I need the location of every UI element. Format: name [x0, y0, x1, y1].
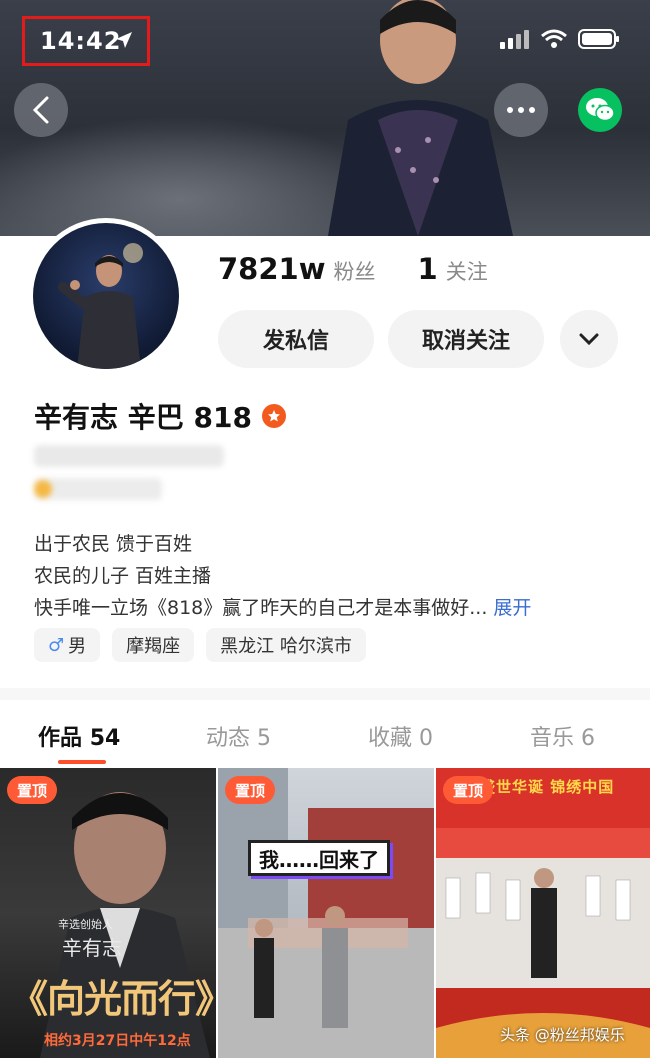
- avatar[interactable]: [28, 218, 184, 374]
- chevron-down-icon: [579, 333, 599, 345]
- active-tab-indicator: [58, 760, 106, 764]
- pinned-badge: 置顶: [7, 776, 58, 804]
- male-icon: ♂: [48, 634, 65, 656]
- more-icon: [507, 107, 535, 113]
- signal-icon: [500, 30, 529, 49]
- tab-favorites[interactable]: 收藏 0: [368, 720, 433, 752]
- user-id-blurred: [34, 445, 224, 467]
- profile-name-row: 辛有志 辛巴 818: [34, 396, 286, 436]
- tab-music-label: 音乐: [530, 726, 575, 751]
- thumbnail-3-art: [436, 768, 650, 1058]
- status-icons: [500, 28, 620, 50]
- poster-signature: 辛有志: [62, 936, 122, 960]
- following-count[interactable]: 1: [418, 252, 438, 286]
- wechat-icon: [586, 98, 615, 122]
- tab-favorites-count: 0: [419, 726, 434, 751]
- content-tabs: 作品 54 动态 5 收藏 0 音乐 6: [0, 700, 650, 768]
- tab-moments-count: 5: [257, 726, 272, 751]
- location-tag: 黑龙江 哈尔滨市: [206, 628, 366, 662]
- tab-works-label: 作品: [38, 726, 83, 751]
- location-arrow-icon: [116, 32, 132, 48]
- profile-stats: 7821w 粉丝 1 关注: [218, 252, 488, 286]
- send-message-button[interactable]: 发私信: [218, 310, 374, 368]
- video-thumbnail-3[interactable]: 盛世华诞 锦绣中国 置顶: [436, 768, 650, 1058]
- section-divider: [0, 688, 650, 700]
- bio-line-3-text: 快手唯一立场《818》赢了昨天的自己才是本事做好...: [34, 597, 488, 619]
- following-label[interactable]: 关注: [446, 256, 488, 286]
- thumbnail-2-art: [218, 768, 434, 1058]
- zodiac-tag: 摩羯座: [112, 628, 195, 662]
- event-banner: 盛世华诞 锦绣中国: [480, 778, 615, 796]
- followers-label[interactable]: 粉丝: [334, 256, 376, 286]
- gender-label: 男: [68, 636, 87, 657]
- tab-works-count: 54: [89, 726, 121, 751]
- bio-line-1: 出于农民 馈于百姓: [34, 533, 193, 555]
- tab-favorites-label: 收藏: [368, 726, 413, 751]
- bio-line-2: 农民的儿子 百姓主播: [34, 565, 212, 587]
- tab-music[interactable]: 音乐 6: [530, 720, 595, 752]
- pinned-badge: 置顶: [443, 776, 494, 804]
- tab-works[interactable]: 作品 54: [38, 720, 120, 752]
- banner-photo: [328, 0, 513, 236]
- certification-blurred: [34, 478, 162, 500]
- profile-name: 辛有志 辛巴 818: [34, 401, 252, 434]
- poster-subtitle: 相约3月27日中午12点: [44, 1033, 191, 1049]
- gender-tag: ♂ 男: [34, 628, 101, 662]
- profile-tags: ♂ 男 摩羯座 黑龙江 哈尔滨市: [34, 628, 366, 662]
- tab-music-count: 6: [581, 726, 596, 751]
- status-time: 14:42: [40, 27, 122, 55]
- source-watermark: 头条 @粉丝邦娱乐: [500, 1026, 625, 1044]
- avatar-photo: [58, 243, 143, 369]
- more-button[interactable]: [494, 83, 548, 137]
- poster-title: 《向光而行》: [10, 976, 216, 1021]
- bio-line-3: 快手唯一立场《818》赢了昨天的自己才是本事做好... 展开: [34, 592, 531, 624]
- video-caption: 我……回来了: [248, 840, 390, 876]
- more-options-button[interactable]: [560, 310, 618, 368]
- verified-star-icon[interactable]: [261, 404, 286, 428]
- profile-bio: 出于农民 馈于百姓 农民的儿子 百姓主播 快手唯一立场《818》赢了昨天的自己才…: [34, 528, 531, 624]
- pinned-badge: 置顶: [225, 776, 276, 804]
- wechat-share-button[interactable]: [578, 88, 622, 132]
- battery-icon: [578, 29, 619, 49]
- tab-moments[interactable]: 动态 5: [206, 720, 271, 752]
- unfollow-button[interactable]: 取消关注: [388, 310, 544, 368]
- back-button[interactable]: [14, 83, 68, 137]
- chevron-left-icon: [32, 96, 49, 124]
- works-grid: 置顶 辛选创始人 辛有志 《向光而行》 相约3月27日中午12点 置顶 我……回…: [0, 768, 650, 1058]
- followers-count[interactable]: 7821w: [218, 252, 326, 286]
- poster-tagline: 辛选创始人: [58, 918, 113, 931]
- avatar-image: [33, 223, 179, 369]
- wifi-icon: [541, 29, 567, 48]
- video-thumbnail-1[interactable]: 置顶 辛选创始人 辛有志 《向光而行》 相约3月27日中午12点: [0, 768, 216, 1058]
- tab-moments-label: 动态: [206, 726, 251, 751]
- expand-bio-link[interactable]: 展开: [493, 597, 531, 619]
- video-thumbnail-2[interactable]: 置顶 我……回来了: [218, 768, 434, 1058]
